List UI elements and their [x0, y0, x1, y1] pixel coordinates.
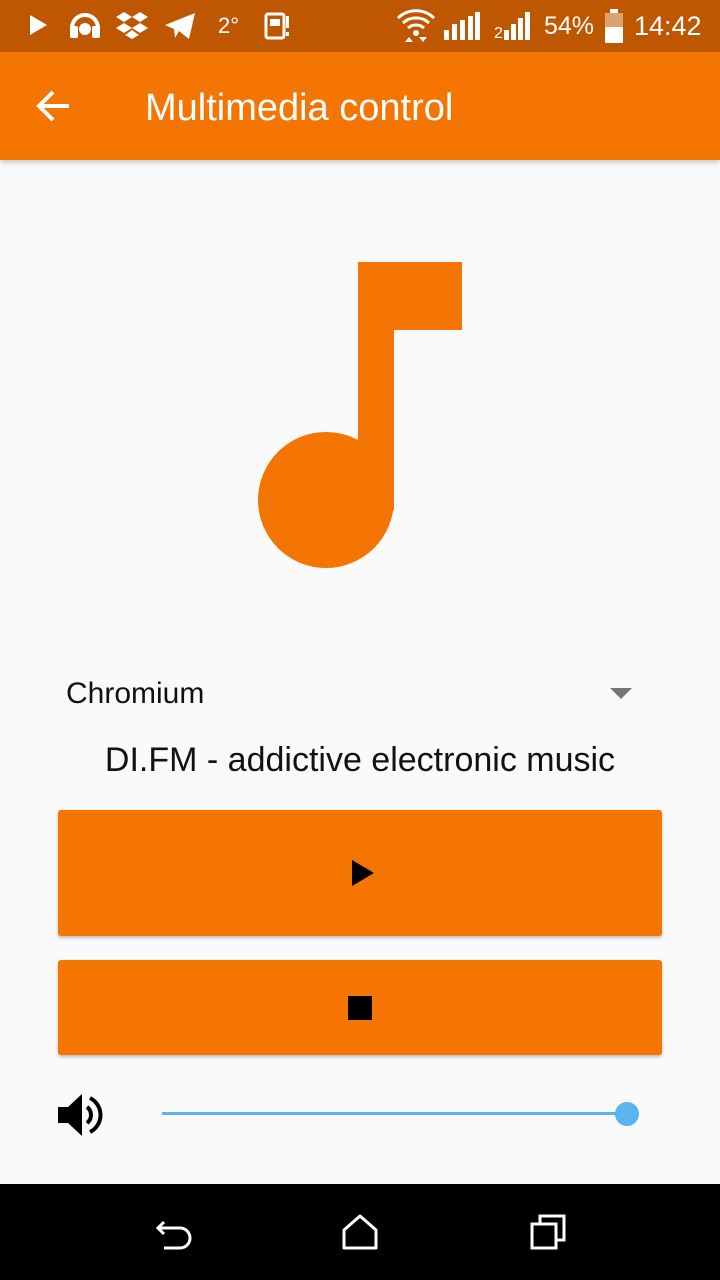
arrow-back-icon: [36, 90, 69, 122]
status-bar: 2° 2 54% 14:42: [0, 0, 720, 52]
music-note-icon: [258, 262, 462, 568]
play-icon: [30, 15, 47, 35]
volume-slider[interactable]: [162, 1098, 648, 1130]
dropbox-icon: [116, 12, 148, 39]
headphones-icon: [70, 13, 100, 38]
screen: 2° 2 54% 14:42 Multimedia control Chromi…: [0, 0, 720, 1280]
signal-icon: 2: [494, 12, 530, 40]
navigation-bar: [0, 1184, 720, 1280]
volume-up-icon: [58, 1094, 103, 1136]
temperature-text: 2°: [218, 13, 240, 38]
back-icon[interactable]: [154, 1212, 194, 1252]
track-title: DI.FM - addictive electronic music: [104, 741, 616, 779]
dropdown-arrow-icon: [610, 688, 632, 699]
stop-icon: [348, 995, 372, 1020]
signal-icon: [444, 12, 480, 40]
play-icon: [352, 860, 374, 886]
recents-icon[interactable]: [528, 1212, 568, 1252]
back-button[interactable]: [26, 78, 82, 134]
app-bar: Multimedia control: [0, 52, 720, 160]
clock-text: 14:42: [634, 11, 702, 41]
svg-text:2: 2: [494, 25, 503, 40]
wifi-icon: [396, 9, 436, 42]
battery-icon: [605, 9, 623, 43]
home-icon[interactable]: [340, 1212, 380, 1252]
play-button[interactable]: [58, 810, 662, 936]
sim-icon: [264, 12, 289, 40]
page-title: Multimedia control: [145, 87, 454, 129]
telegram-icon: [165, 13, 195, 39]
volume-slider-track: [162, 1112, 627, 1115]
volume-slider-thumb[interactable]: [615, 1102, 639, 1126]
battery-percent-text: 54%: [544, 12, 595, 40]
player-select[interactable]: Chromium: [58, 664, 662, 726]
stop-button[interactable]: [58, 960, 662, 1055]
player-select-value: Chromium: [66, 677, 205, 710]
